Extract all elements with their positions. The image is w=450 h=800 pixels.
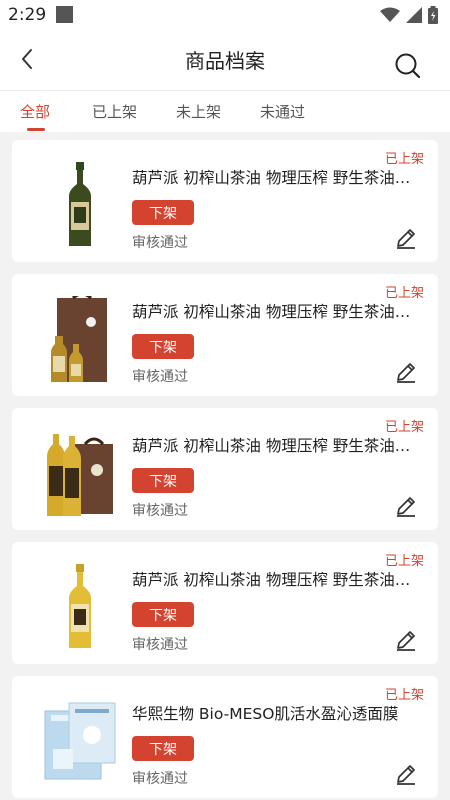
facial-mask-package-image: [44, 702, 116, 780]
notification-icon: [56, 6, 73, 23]
edit-icon[interactable]: [394, 494, 418, 518]
product-card[interactable]: 已上架 葫芦派 初榨山茶油 物理压榨 野生茶油 食用油 下架 审核通过: [12, 140, 438, 262]
tab-all[interactable]: 全部: [20, 101, 50, 122]
filter-tabs: 全部 已上架 未上架 未通过: [0, 90, 450, 132]
review-status: 审核通过: [132, 771, 188, 787]
status-icons: [380, 6, 438, 24]
product-image: [32, 428, 128, 518]
delist-button[interactable]: 下架: [132, 736, 194, 761]
top-bar: 商品档案: [0, 30, 450, 90]
product-name: 葫芦派 初榨山茶油 物理压榨 野生茶油 食用油: [132, 571, 412, 589]
product-card[interactable]: 已上架 华熙生物 Bio-MESO肌活水盈沁透面膜 下架 审核通过: [12, 676, 438, 798]
signal-icon: [406, 7, 422, 23]
product-name: 葫芦派 初榨山茶油 物理压榨 野生茶油 食用油: [132, 303, 412, 321]
gift-bag-with-bottles-image: [51, 296, 107, 382]
status-bar: 2:29: [0, 0, 450, 30]
status-badge: 已上架: [384, 286, 424, 301]
product-card[interactable]: 已上架 葫芦派 初榨山茶油 物理压榨 野生茶油 食用油 下架 审核通过: [12, 542, 438, 664]
page-title: 商品档案: [185, 49, 265, 73]
delist-button[interactable]: 下架: [132, 200, 194, 225]
product-name: 华熙生物 Bio-MESO肌活水盈沁透面膜: [132, 705, 399, 723]
status-time: 2:29: [8, 5, 47, 25]
status-badge: 已上架: [384, 554, 424, 569]
oil-bottle-dark-image: [69, 162, 91, 246]
edit-icon[interactable]: [394, 628, 418, 652]
status-badge: 已上架: [384, 688, 424, 703]
oil-bottle-golden-image: [69, 564, 91, 648]
review-status: 审核通过: [132, 369, 188, 385]
status-badge: 已上架: [384, 152, 424, 167]
tab-listed[interactable]: 已上架: [92, 101, 137, 122]
edit-icon[interactable]: [394, 762, 418, 786]
edit-icon[interactable]: [394, 226, 418, 250]
tab-rejected[interactable]: 未通过: [260, 101, 305, 122]
edit-icon[interactable]: [394, 360, 418, 384]
review-status: 审核通过: [132, 637, 188, 653]
search-icon[interactable]: [394, 52, 422, 80]
product-image: [32, 160, 128, 250]
active-tab-indicator: [27, 128, 45, 131]
product-card[interactable]: 已上架 葫芦派 初榨山茶油 物理压榨 野生茶油 食用油 下架 审核通过: [12, 274, 438, 396]
product-image: [32, 562, 128, 652]
review-status: 审核通过: [132, 503, 188, 519]
product-name: 葫芦派 初榨山茶油 物理压榨 野生茶油 食用油: [132, 169, 412, 187]
product-image: [32, 696, 128, 786]
battery-icon: [428, 6, 438, 24]
review-status: 审核通过: [132, 235, 188, 251]
product-name: 葫芦派 初榨山茶油 物理压榨 野生茶油 食用油: [132, 437, 412, 455]
status-badge: 已上架: [384, 420, 424, 435]
product-card[interactable]: 已上架 葫芦派 初榨山茶油 物理压榨 野生茶油 食用油 下架 审核通过: [12, 408, 438, 530]
wifi-icon: [380, 7, 400, 22]
tab-unlisted[interactable]: 未上架: [176, 101, 221, 122]
delist-button[interactable]: 下架: [132, 602, 194, 627]
bottles-with-gift-bag-image: [47, 434, 113, 516]
delist-button[interactable]: 下架: [132, 468, 194, 493]
delist-button[interactable]: 下架: [132, 334, 194, 359]
product-image: [32, 294, 128, 384]
